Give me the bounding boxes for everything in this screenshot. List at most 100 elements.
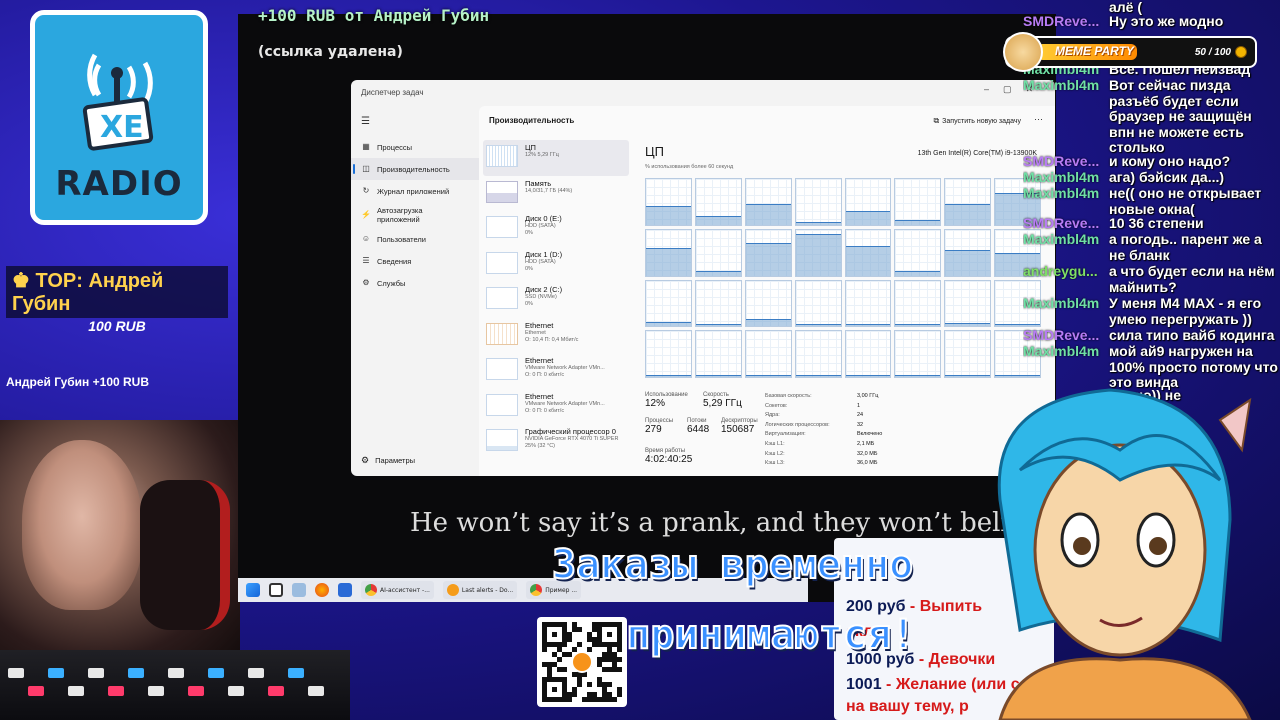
start-icon[interactable] [246,583,260,597]
resource-sparkline [486,322,518,345]
resource-sub: VMware Network Adapter VMn... [525,400,605,407]
run-new-task-button[interactable]: ⧉ Запустить новую задачу [933,116,1021,126]
nav-item-services[interactable]: ⚙ Службы [351,272,479,294]
taskbar-app-alerts[interactable]: Last alerts - Do... [442,581,518,599]
chat-username: andreygu... [1023,264,1098,279]
startup-icon: ⚡ [361,210,371,219]
resource-info: ЦП 12% 5,29 ГГц [525,143,559,159]
spec-value: 1 [857,402,861,409]
core-usage-fill [945,250,991,276]
nav-item-startup[interactable]: ⚡ Автозагрузка приложений [351,202,479,228]
core-graph [694,228,742,277]
resource-item[interactable]: Диск 1 (D:) HDD (SATA) 0% [483,247,629,283]
taskview-icon[interactable] [269,583,283,597]
core-graph [794,178,842,226]
resource-info: Графический процессор 0 NVIDIA GeForce RT… [525,427,618,450]
stat-handles: Дескрипторы 150687 [721,418,758,435]
spec-key: Кэш L1: [765,440,785,447]
core-graph [694,178,742,226]
resource-item[interactable]: Ethernet VMware Network Adapter VMn... О: … [483,353,629,389]
resource-name: Диск 1 (D:) [525,249,563,259]
spec-key: Ядра: [765,412,780,419]
cpu-title: ЦП [645,144,664,159]
radio-tower-icon: XE [82,53,154,151]
core-graph-grid [645,178,1041,378]
resource-item[interactable]: Память 14,0/31,7 ГБ (44%) [483,176,629,212]
resource-item[interactable]: ЦП 12% 5,29 ГГц [483,140,629,176]
cpu-specs: Базовая скорость: 3,00 ГГц Сокетов: 1 Ядра: 2… [765,392,895,469]
chat-username: Maximbl4m [1023,186,1100,201]
core-usage-fill [646,374,691,377]
run-new-task-label: Запустить новую задачу [942,117,1021,125]
resource-item[interactable]: Ethernet VMware Network Adapter VMn... О: … [483,389,629,425]
resource-value: 0% [525,230,533,236]
svg-text:XE: XE [100,110,144,145]
firefox-icon[interactable] [315,583,329,597]
core-graph [894,178,942,226]
nav-item-app-history[interactable]: ↻ Журнал приложений [351,180,479,202]
controller-pad [128,668,144,678]
resource-item[interactable]: Диск 0 (E:) HDD (SATA) 0% [483,211,629,247]
controller-pad [168,668,184,678]
settings-button[interactable]: ⚙ Параметры [361,455,415,466]
resource-value: О: 0 П: 0 кбит/с [525,372,565,378]
core-graph [794,228,842,277]
gear-icon: ⚙ [361,455,370,465]
resource-info: Ethernet VMware Network Adapter VMn... О: … [525,356,605,379]
core-graph [844,228,892,277]
core-graph [894,330,942,378]
core-usage-fill [795,222,841,225]
controller-pad [228,686,244,696]
resource-info: Диск 2 (C:) SSD (NVMe) 0% [525,285,562,308]
chat-text: ага) бэйсик да...) [1109,169,1225,185]
resource-value: 0% [525,301,533,307]
controller-pad [308,686,324,696]
nav-label: Процессы [377,142,413,152]
core-usage-fill [945,204,991,225]
chat-username: SMDReve... [1023,216,1100,231]
resource-sub: SSD (NVMe) [525,294,557,300]
logo-text: RADIO [55,164,183,204]
resource-sparkline [486,251,518,274]
core-graph [794,330,842,378]
run-task-icon: ⧉ [933,116,940,125]
resource-value: 0% [525,265,533,272]
hamburger-icon[interactable]: ☰ [361,116,370,127]
nav-label: Автозагрузка приложений [377,206,423,224]
core-usage-fill [695,374,741,377]
core-usage-fill [895,270,941,276]
taskbar-app-label: AI-ассистент -... [380,586,430,594]
spec-value: Включено [857,431,883,438]
spec-value: 24 [857,412,864,419]
resource-name: Диск 0 (E:) [525,214,562,223]
nav-item-processes[interactable]: ▦ Процессы [351,136,479,158]
resource-item[interactable]: Графический процессор 0 NVIDIA GeForce RT… [483,424,629,460]
spec-value: 3,00 ГГц [857,393,879,399]
resource-info: Ethernet VMware Network Adapter VMn... О: … [525,392,605,415]
weather-icon[interactable] [292,583,306,597]
resource-item[interactable]: Ethernet Ethernet О: 10,4 П: 0,4 Мбит/с [483,318,629,354]
link-removed-notice: (ссылка удалена) [258,44,403,60]
donation-alert: +100 RUB от Андрей Губин [258,6,490,25]
spec-row: Ядра: 24 [765,411,895,421]
chat-username: SMDReve... [1023,154,1100,169]
core-graph [844,330,892,378]
core-graph [944,279,992,328]
vscode-icon[interactable] [338,583,352,597]
streamer-face [22,440,142,610]
controller-pad [268,686,284,696]
nav-item-details[interactable]: ☰ Сведения [351,250,479,272]
nav-item-performance[interactable]: ◫ Производительность [351,158,479,180]
chat-username: SMDReve... [1023,14,1100,29]
nav-item-users[interactable]: ☺ Пользователи [351,228,479,250]
core-graph [894,279,942,328]
core-usage-fill [895,220,941,225]
resource-name: Диск 2 (C:) [525,285,563,294]
resource-item[interactable]: Диск 2 (C:) SSD (NVMe) 0% [483,282,629,318]
nav-label: Пользователи [377,234,426,244]
core-usage-fill [895,374,941,377]
core-usage-fill [695,270,741,276]
resource-name: ЦП [525,143,536,152]
page-title: Производительность [489,116,575,125]
taskbar-app-ai[interactable]: AI-ассистент -... [361,581,434,599]
